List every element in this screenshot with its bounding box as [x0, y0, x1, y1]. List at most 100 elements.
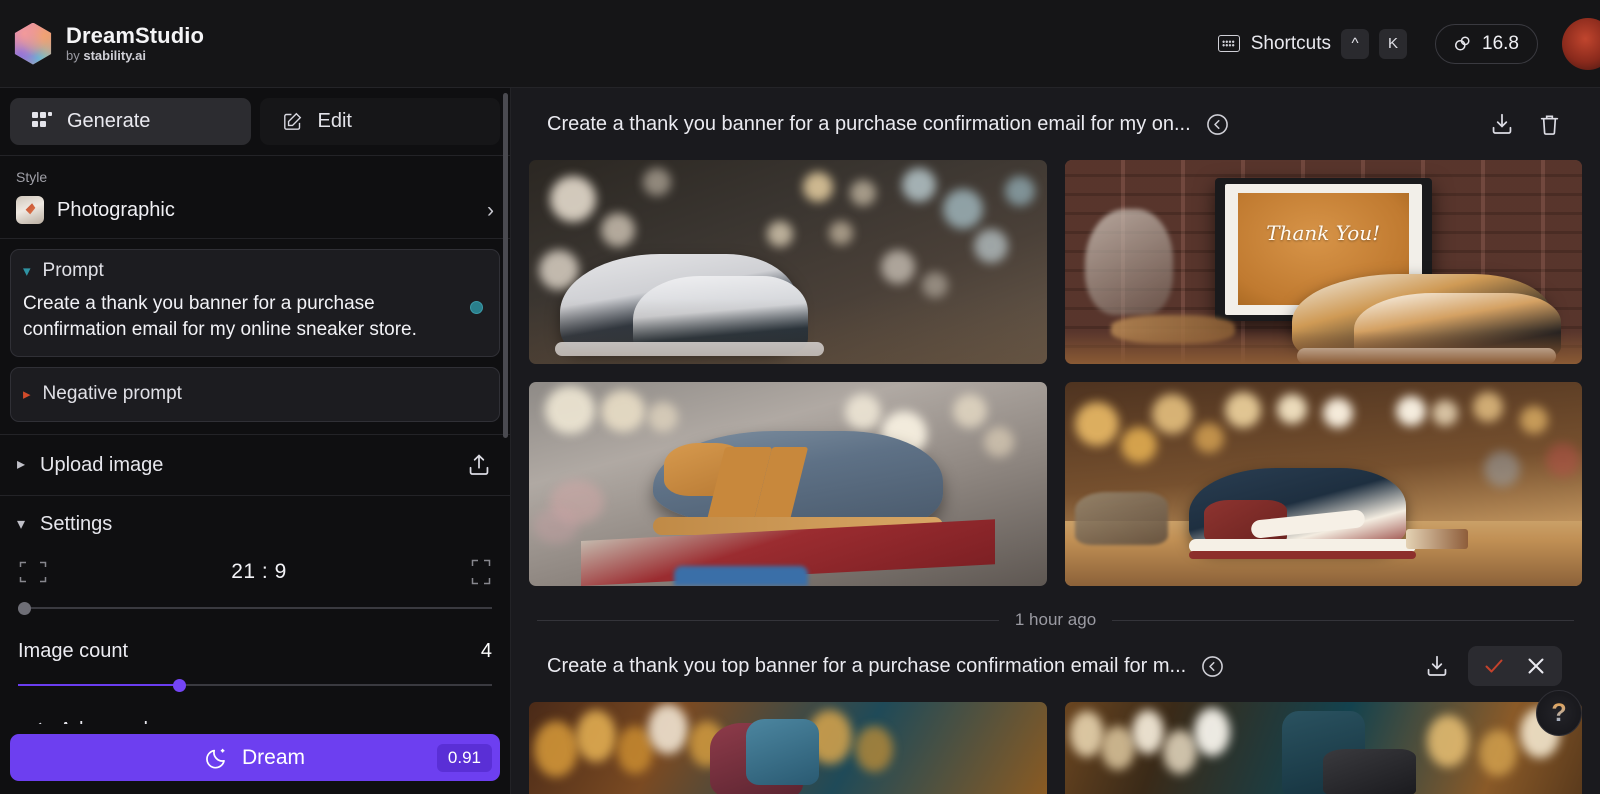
timeline-separator: 1 hour ago [527, 586, 1584, 630]
cancel-x-icon[interactable] [1524, 654, 1548, 678]
upload-icon[interactable] [466, 452, 492, 478]
generated-image-tile[interactable] [1064, 382, 1582, 586]
app-title: DreamStudio [66, 22, 205, 48]
chevron-down-icon[interactable]: ▾ [23, 264, 31, 279]
pencil-square-icon [282, 111, 303, 132]
gallery-group-header: Create a thank you top banner for a purc… [527, 630, 1584, 702]
download-icon[interactable] [1489, 111, 1515, 137]
tab-generate[interactable]: Generate [10, 98, 251, 145]
gallery-group-header: Create a thank you banner for a purchase… [527, 88, 1584, 160]
keyboard-icon [1217, 35, 1240, 52]
image-count-row: Image count 4 [18, 640, 492, 663]
portrait-frame-icon[interactable] [470, 558, 492, 586]
help-button[interactable]: ? [1536, 690, 1582, 736]
user-avatar[interactable] [1562, 17, 1600, 70]
trash-icon[interactable] [1537, 112, 1562, 137]
circle-arrow-left-icon[interactable] [1205, 112, 1230, 137]
dream-label: Dream [241, 745, 305, 769]
confirm-check-icon[interactable] [1482, 654, 1506, 678]
prompt-input[interactable]: Create a thank you banner for a purchase… [23, 291, 487, 343]
prompt-header: ▾ Prompt [23, 260, 487, 282]
sidebar-scroll-area: Generate Edit Style Photographic › ▾ Pro… [0, 88, 510, 724]
divider [0, 238, 510, 239]
top-bar-right: Shortcuts ^ K 16.8 [1217, 0, 1600, 87]
slider-track [18, 607, 492, 610]
advanced-row[interactable]: Advanced [0, 693, 510, 724]
group-title: Create a thank you top banner for a purc… [547, 654, 1187, 677]
aspect-ratio-row: 21 : 9 [18, 558, 492, 586]
timestamp: 1 hour ago [1014, 610, 1097, 629]
upload-image-row[interactable]: ▸ Upload image [0, 435, 510, 495]
prompt-title: Prompt [42, 260, 104, 281]
generated-image-tile[interactable]: Thank You! [1064, 160, 1582, 364]
tab-edit[interactable]: Edit [259, 98, 500, 145]
generated-image-tile[interactable] [1064, 702, 1582, 794]
dream-cost-badge: 0.91 [436, 743, 492, 772]
credits-value: 16.8 [1482, 32, 1519, 54]
eye-off-icon [18, 720, 44, 724]
advanced-label: Advanced [59, 719, 148, 724]
left-sidebar: Generate Edit Style Photographic › ▾ Pro… [0, 88, 511, 794]
delete-confirm-pill [1468, 646, 1562, 686]
slider-fill [18, 684, 180, 687]
photographic-style-thumb-icon [16, 196, 44, 224]
generated-image-tile[interactable] [529, 160, 1047, 364]
image-grid: Thank You! [527, 160, 1584, 586]
shortcuts-button[interactable]: Shortcuts [1217, 32, 1332, 55]
circle-arrow-left-icon[interactable] [1200, 654, 1225, 679]
slider-knob[interactable] [173, 679, 187, 693]
style-section: Style Photographic › [0, 156, 510, 238]
shortcut-key-letter[interactable]: K [1379, 28, 1408, 59]
aspect-ratio-slider[interactable] [18, 600, 492, 616]
group-actions [1489, 111, 1576, 137]
style-section-label: Style [16, 169, 48, 185]
mode-tabs: Generate Edit [0, 88, 510, 155]
main-gallery-area: Create a thank you banner for a purchase… [511, 88, 1600, 794]
image-count-value: 4 [480, 640, 492, 663]
shortcut-key-modifier[interactable]: ^ [1341, 28, 1370, 59]
chevron-right-icon: › [487, 198, 494, 222]
divider-line [537, 619, 999, 621]
sidebar-scrollbar-thumb[interactable] [503, 93, 508, 438]
landscape-frame-icon[interactable] [18, 560, 48, 584]
chevron-down-icon: ▾ [16, 515, 26, 533]
image-overlay-text: Thank You! [1266, 221, 1381, 246]
negative-prompt-title: Negative prompt [42, 383, 182, 405]
credits-balance[interactable]: 16.8 [1435, 23, 1538, 64]
dreamstudio-app: DreamStudio by stability.ai Shortcuts ^ … [0, 0, 1600, 794]
prompt-card[interactable]: ▾ Prompt Create a thank you banner for a… [10, 249, 500, 358]
chevron-right-icon[interactable]: ▸ [23, 387, 31, 402]
slider-knob[interactable] [18, 602, 31, 616]
image-count-slider[interactable] [18, 677, 492, 693]
image-grid [527, 702, 1584, 794]
upload-image-label: Upload image [40, 453, 164, 476]
negative-prompt-card[interactable]: ▸ Negative prompt [10, 367, 500, 423]
group-actions [1424, 646, 1576, 686]
group-title: Create a thank you banner for a purchase… [547, 112, 1191, 135]
tab-edit-label: Edit [317, 110, 352, 132]
generated-image-tile[interactable] [529, 382, 1047, 586]
moon-icon [205, 746, 229, 770]
shortcuts-label: Shortcuts [1250, 32, 1332, 54]
settings-row[interactable]: ▾ Settings [0, 496, 510, 540]
download-icon[interactable] [1424, 653, 1450, 679]
coins-icon [1452, 33, 1473, 54]
brand-text: DreamStudio by stability.ai [66, 22, 205, 64]
divider-line [1112, 619, 1575, 621]
hexagon-gradient-logo-icon [14, 22, 52, 65]
style-selector[interactable]: Photographic › [16, 196, 494, 224]
brand-logo[interactable]: DreamStudio by stability.ai [0, 22, 205, 65]
generated-image-tile[interactable] [529, 702, 1047, 794]
dream-button[interactable]: Dream 0.91 [10, 734, 500, 781]
prompt-status-dot [470, 301, 483, 315]
brand-subtitle: by stability.ai [66, 49, 204, 63]
top-bar: DreamStudio by stability.ai Shortcuts ^ … [0, 0, 1600, 88]
image-count-label: Image count [18, 640, 129, 663]
app-body: Generate Edit Style Photographic › ▾ Pro… [0, 88, 1600, 794]
settings-body: 21 : 9 Image count 4 [0, 540, 510, 693]
brand-by-prefix: by [66, 48, 84, 64]
dream-button-container: Dream 0.91 [0, 724, 510, 794]
help-label: ? [1551, 698, 1567, 727]
chevron-right-icon: ▸ [16, 456, 26, 474]
tab-generate-label: Generate [67, 110, 151, 132]
